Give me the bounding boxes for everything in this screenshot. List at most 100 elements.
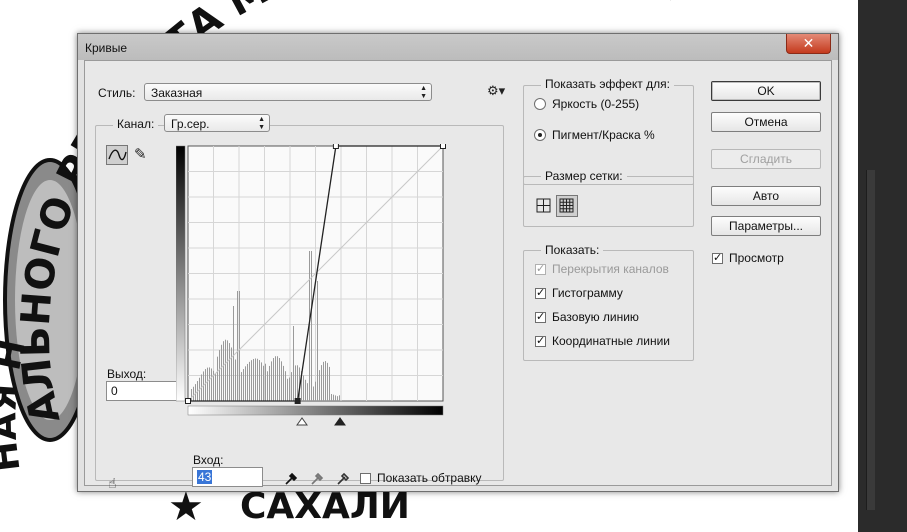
histogram-bar [335,395,336,401]
grid-size-title: Размер сетки: [541,169,627,183]
curve-control-point[interactable] [440,144,446,149]
preview-label: Просмотр [729,251,784,265]
output-gradient-bar [176,145,186,402]
histogram-bar [229,343,230,401]
curve-control-point[interactable] [185,398,191,404]
histogram-bar [225,339,226,401]
select-arrows-icon: ▲ ▼ [420,85,427,100]
title-bar[interactable]: Кривые ✕ [78,34,838,60]
style-select-value: Заказная [151,86,203,100]
dialog-content: Стиль: Заказная ▲ ▼ ⚙▾ Канал: Гр.сер. ▲ ▼ … [84,60,832,491]
histogram-bar [249,361,250,401]
channel-select[interactable]: Гр.сер. ▲ ▼ [164,114,270,132]
histogram-bar [227,340,228,401]
curves-dialog: Кривые ✕ Стиль: Заказная ▲ ▼ ⚙▾ Канал: Гр… [77,33,839,492]
hand-adjust-icon[interactable]: ☝ [108,475,117,492]
histogram-bar [321,365,322,401]
histogram-bar [283,365,284,401]
output-label: Выход: [107,367,147,381]
curve-tool-icon [108,149,127,161]
histogram-bar [267,371,268,401]
auto-button[interactable]: Авто [711,186,821,206]
curve-tool-button[interactable] [106,145,128,165]
scrollbar[interactable] [866,170,875,510]
histogram-bar [329,366,330,401]
histogram-bar [191,389,192,401]
pencil-icon[interactable]: ✎ [134,145,147,163]
curve-control-point[interactable] [294,398,301,404]
histogram-bar [285,371,286,401]
histogram-bar [293,326,294,401]
histogram-bar [269,365,270,401]
grid-detailed-icon [559,198,574,213]
cancel-button[interactable]: Отмена [711,112,821,132]
show-item-checkbox[interactable] [535,286,546,299]
output-field[interactable]: 0 [106,381,177,401]
histogram-bar [243,369,244,401]
style-label: Стиль: [98,86,136,100]
histogram-bar [295,365,296,401]
histogram-bar [251,360,252,401]
style-select[interactable]: Заказная ▲ ▼ [144,83,432,101]
histogram-bar [215,374,216,401]
histogram-bar [239,291,240,401]
gear-icon[interactable]: ⚙▾ [487,83,505,99]
show-clipping-label: Показать обтравку [377,471,482,485]
grid-simple-icon[interactable] [536,198,552,214]
channel-label: Канал: [113,117,159,131]
show-item-checkbox[interactable] [535,334,546,347]
show-item-checkbox[interactable] [535,310,546,323]
histogram-bar [261,362,262,401]
input-label: Вход: [193,453,224,467]
histogram-bar [337,396,338,401]
curve-graph[interactable] [176,144,451,426]
histogram-bar [303,375,304,401]
histogram-bar [231,347,232,401]
show-item-checkbox[interactable] [535,262,546,275]
channel-select-value: Гр.сер. [171,117,210,131]
show-effect-title: Показать эффект для: [541,77,674,91]
input-field-value: 43 [197,470,213,484]
show-clipping-checkbox[interactable] [360,473,371,484]
histogram-bar [323,361,324,401]
grid-detailed-button[interactable] [556,195,578,217]
radio-brightness[interactable] [534,98,546,110]
histogram-bar [275,356,276,401]
eyedropper-white-icon[interactable] [335,471,351,487]
show-item-label: Перекрытия каналов [552,262,669,276]
histogram-bar [235,359,236,401]
histogram-bar [305,379,306,401]
histogram-bar [255,358,256,401]
eyedropper-black-icon[interactable] [283,471,299,487]
radio-pigment[interactable] [534,129,546,141]
histogram-bar [271,361,272,401]
histogram-bar [207,367,208,401]
histogram-bar [205,369,206,401]
histogram-bar [193,386,194,401]
histogram-bar [241,372,242,401]
histogram-bar [325,361,326,401]
ok-button[interactable]: OK [711,81,821,101]
select-arrows-icon: ▲ ▼ [258,116,265,131]
radio-pigment-label: Пигмент/Краска % [552,128,655,142]
histogram-bar [245,366,246,401]
show-item-label: Гистограмму [552,286,623,300]
eyedropper-gray-icon[interactable] [309,471,325,487]
preview-checkbox[interactable] [712,251,723,264]
histogram-bar [237,291,238,401]
histogram-bar [287,378,288,401]
curve-control-point[interactable] [332,144,339,149]
options-button[interactable]: Параметры... [711,216,821,236]
white-point-slider-icon[interactable] [296,417,308,426]
histogram-bar [313,386,314,401]
histogram-bar [209,367,210,401]
histogram-bar [315,381,316,401]
dialog-title: Кривые [85,41,128,55]
show-item-label: Базовую линию [552,310,639,324]
histogram-bar [257,358,258,401]
black-point-slider-icon[interactable] [334,417,346,426]
input-field[interactable]: 43 [192,467,263,487]
histogram-bar [263,365,264,401]
smooth-button[interactable]: Сгладить [711,149,821,169]
close-button[interactable]: ✕ [786,34,831,54]
